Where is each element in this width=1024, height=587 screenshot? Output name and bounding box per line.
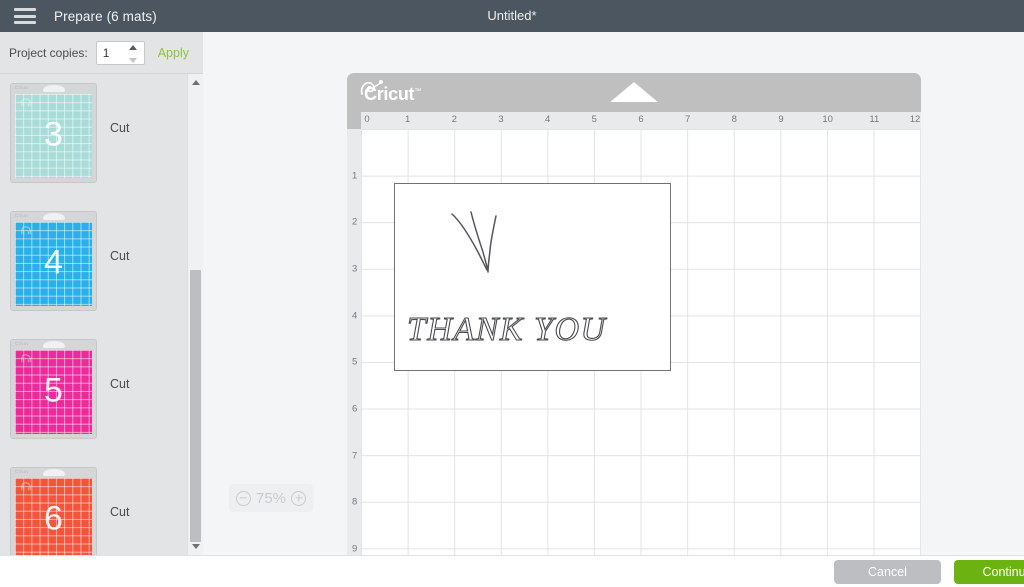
mat-operation-label: Cut — [110, 377, 130, 391]
project-copies-label: Project copies: — [9, 45, 88, 60]
ruler-tick-v: 4 — [352, 310, 358, 322]
mat-thumbnail-list[interactable]: Cricut 3 Cut Cricut 4 Cut Cricut 5 Cut Cricut 6 Cut — [0, 74, 187, 555]
mat-grid[interactable]: THANK YOU — [361, 129, 921, 555]
screen-title: Prepare (6 mats) — [54, 8, 157, 24]
ruler-tick-v: 7 — [352, 450, 358, 462]
mat-thumbnail-grid: 4 — [15, 222, 92, 306]
stepper-arrows[interactable] — [128, 44, 138, 63]
mat-thumbnail-grid: 5 — [15, 350, 92, 434]
cricut-logo: Cricut™ — [364, 84, 421, 105]
stepper-increment-icon[interactable] — [128, 44, 137, 50]
vertical-ruler: 1 2 3 4 5 6 7 8 9 — [347, 129, 361, 555]
mat-tab-icon — [42, 341, 65, 348]
cricut-logo-text: Cricut — [364, 84, 415, 104]
scroll-up-icon[interactable] — [191, 80, 200, 85]
stepper-decrement-icon[interactable] — [128, 57, 137, 63]
mat-operation-label: Cut — [110, 249, 130, 263]
cancel-button[interactable]: Cancel — [834, 560, 941, 584]
zoom-level: 75% — [255, 489, 287, 507]
ruler-tick-h: 12 — [909, 114, 921, 125]
ruler-tick-h: 6 — [638, 114, 644, 125]
ruler-tick-v: 2 — [352, 216, 358, 228]
mat-number: 5 — [44, 371, 63, 410]
ruler-tick-v: 8 — [352, 496, 358, 508]
mat-thumbnail-grid: 6 — [15, 478, 92, 555]
mat-number: 3 — [44, 115, 63, 154]
design-artwork[interactable]: THANK YOU — [395, 184, 672, 372]
ruler-tick-h: 9 — [778, 114, 784, 125]
mat-number: 4 — [44, 243, 63, 282]
material-sheet[interactable]: THANK YOU — [394, 183, 671, 371]
mat-brand-label: Cricut — [15, 213, 28, 218]
mat-brand-label: Cricut — [15, 341, 28, 346]
ruler-tick-h: 11 — [869, 114, 880, 125]
mat-thumbnail[interactable]: Cricut 3 — [10, 83, 97, 183]
ruler-tick-v: 5 — [352, 356, 358, 368]
mat-tab-icon — [610, 82, 658, 102]
mat-thumbnail-grid: 3 — [15, 94, 92, 178]
shape-icon — [21, 354, 31, 363]
cricut-prepare-screen: Prepare (6 mats) Untitled* Project copie… — [0, 0, 1024, 587]
ruler-tick-h: 5 — [591, 114, 597, 125]
ruler-tick-v: 3 — [352, 263, 358, 275]
mat-tab-icon — [42, 85, 65, 92]
project-copies-input[interactable] — [96, 45, 127, 60]
bottom-action-bar: Cancel Continue — [0, 555, 1024, 587]
ruler-tick-h: 0 — [364, 114, 370, 125]
balloon-icon — [21, 226, 31, 235]
zoom-in-icon[interactable] — [291, 490, 307, 506]
shape-icon — [21, 482, 31, 491]
ruler-tick-h: 2 — [451, 114, 457, 125]
ruler-tick-h: 1 — [405, 114, 411, 125]
mat-list-scrollbar[interactable] — [187, 74, 203, 555]
zoom-control[interactable]: 75% — [229, 484, 313, 512]
mat-thumbnail[interactable]: Cricut 4 — [10, 211, 97, 311]
mat-list-panel: Project copies: Apply Cricut3CutCricut4C… — [0, 32, 203, 555]
cutting-mat[interactable]: Cricut™ 0 1 2 3 4 5 6 7 8 9 10 11 12 123456789 THANK… — [347, 73, 921, 555]
mat-thumbnail[interactable]: Cricut 6 — [10, 467, 97, 555]
mat-tab-icon — [42, 469, 65, 476]
mat-list-item[interactable]: Cricut 3 Cut — [0, 83, 187, 202]
mat-operation-label: Cut — [110, 121, 130, 135]
top-bar: Prepare (6 mats) — [0, 0, 1024, 32]
mat-operation-label: Cut — [110, 505, 130, 519]
hamburger-menu-icon[interactable] — [14, 8, 36, 24]
mat-tab-icon — [42, 213, 65, 220]
apply-button[interactable]: Apply — [158, 46, 189, 60]
ruler-tick-v: 9 — [352, 543, 358, 555]
design-text[interactable]: THANK YOU — [406, 310, 608, 348]
horizontal-ruler: 0 1 2 3 4 5 6 7 8 9 10 11 12 — [361, 112, 921, 129]
project-copies-bar: Project copies: Apply — [0, 32, 203, 74]
mat-list-item[interactable]: Cricut 4 Cut — [0, 211, 187, 330]
zoom-out-icon[interactable] — [235, 490, 251, 506]
mat-brand-label: Cricut — [15, 85, 28, 90]
mat-thumbnail[interactable]: Cricut 5 — [10, 339, 97, 439]
mat-list-item[interactable]: Cricut 5 Cut — [0, 339, 187, 458]
ruler-tick-v: 1 — [352, 170, 358, 182]
ruler-tick-h: 8 — [731, 114, 737, 125]
ruler-tick-v: 6 — [352, 403, 358, 415]
mat-canvas[interactable]: 75% Cricut™ 0 1 2 3 4 5 6 7 8 9 10 11 12 123456789 — [204, 32, 1024, 555]
scrollbar-thumb[interactable] — [190, 270, 201, 542]
mat-list-item[interactable]: Cricut 6 Cut — [0, 467, 187, 555]
flourish-decoration — [451, 211, 497, 273]
cricut-logo-tm: ™ — [414, 88, 421, 95]
mat-number: 6 — [44, 499, 63, 538]
scroll-down-icon[interactable] — [191, 544, 200, 549]
elephant-icon — [21, 98, 31, 107]
ruler-tick-h: 10 — [822, 114, 833, 125]
project-copies-stepper[interactable] — [95, 40, 145, 65]
ruler-tick-h: 4 — [545, 114, 551, 125]
mat-brand-label: Cricut — [15, 469, 28, 474]
ruler-tick-h: 7 — [685, 114, 691, 125]
ruler-tick-h: 3 — [498, 114, 504, 125]
continue-button[interactable]: Continue — [954, 560, 1024, 584]
